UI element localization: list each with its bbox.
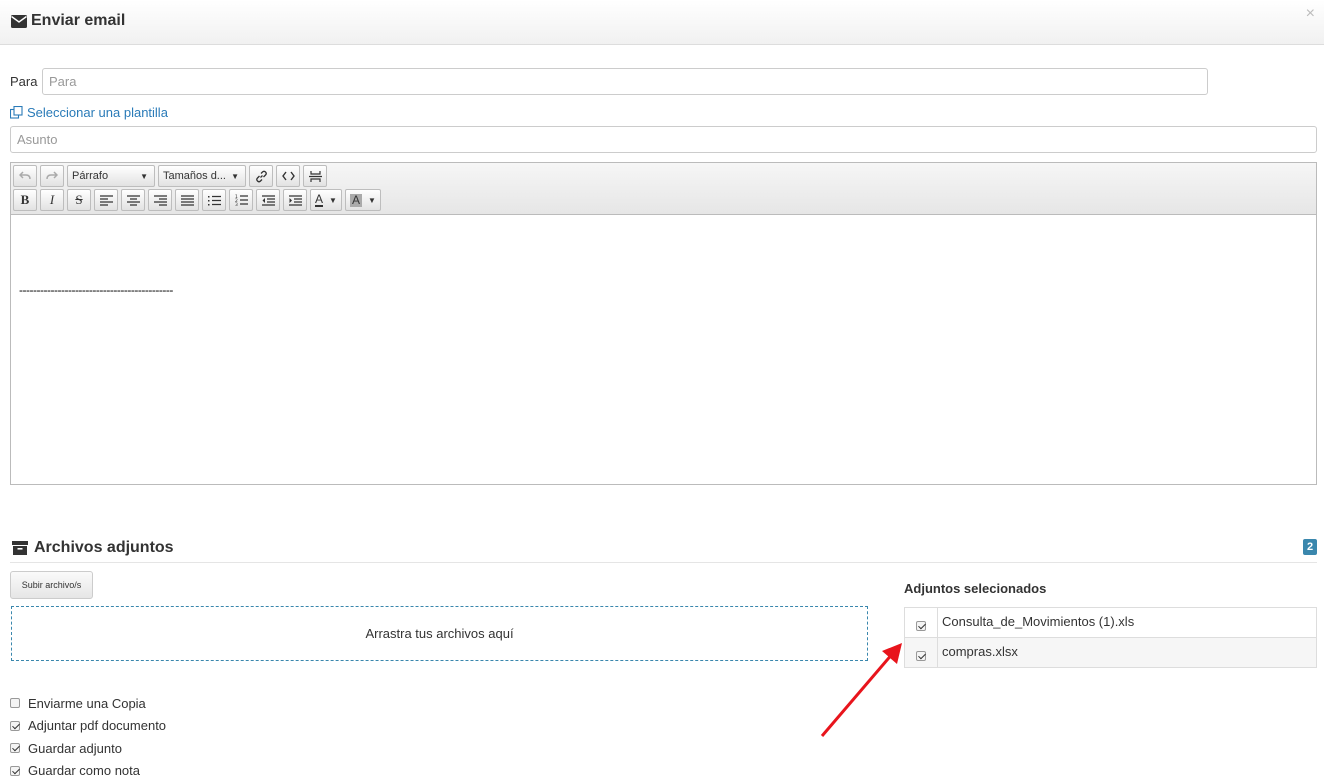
attachment-checkbox[interactable] bbox=[916, 651, 926, 661]
option-attach-pdf[interactable]: Adjuntar pdf documento bbox=[10, 715, 166, 738]
checkbox[interactable] bbox=[10, 698, 20, 708]
chevron-down-icon: ▼ bbox=[368, 196, 376, 205]
bold-glyph: B bbox=[21, 192, 30, 208]
justify-icon[interactable] bbox=[175, 189, 199, 211]
attachment-name: compras.xlsx bbox=[938, 638, 1317, 668]
subject-input[interactable] bbox=[10, 126, 1317, 153]
modal-title: Enviar email bbox=[31, 12, 125, 30]
page-break-icon[interactable] bbox=[303, 165, 327, 187]
option-send-me-copy[interactable]: Enviarme una Copia bbox=[10, 692, 166, 715]
bold-icon[interactable]: B bbox=[13, 189, 37, 211]
dropzone-label: Arrastra tus archivos aquí bbox=[365, 626, 513, 641]
select-template-link[interactable]: Seleccionar una plantilla bbox=[10, 105, 168, 120]
modal-header: Enviar email × bbox=[0, 0, 1324, 45]
envelope-icon bbox=[11, 15, 27, 28]
checkbox[interactable] bbox=[10, 721, 20, 731]
attachments-header: Archivos adjuntos bbox=[12, 539, 174, 557]
attachment-name: Consulta_de_Movimientos (1).xls bbox=[938, 608, 1317, 638]
align-left-icon[interactable] bbox=[94, 189, 118, 211]
send-options: Enviarme una Copia Adjuntar pdf document… bbox=[10, 692, 166, 782]
select-template-label: Seleccionar una plantilla bbox=[27, 105, 168, 120]
bullet-list-icon[interactable] bbox=[202, 189, 226, 211]
selected-attachments-title: Adjuntos selecionados bbox=[904, 581, 1046, 596]
editor-content[interactable]: ----------------------------------------… bbox=[19, 283, 173, 297]
background-color-icon: A bbox=[350, 194, 362, 207]
text-color-button[interactable]: A ▼ bbox=[310, 189, 342, 211]
rich-text-editor: Párrafo ▼ Tamaños d... ▼ B I S bbox=[10, 162, 1317, 485]
italic-icon[interactable]: I bbox=[40, 189, 64, 211]
table-row: Consulta_de_Movimientos (1).xls bbox=[905, 608, 1317, 638]
file-dropzone[interactable]: Arrastra tus archivos aquí bbox=[11, 606, 868, 661]
option-label: Adjuntar pdf documento bbox=[28, 718, 166, 733]
numbered-list-icon[interactable]: 123 bbox=[229, 189, 253, 211]
option-save-as-note[interactable]: Guardar como nota bbox=[10, 760, 166, 782]
italic-glyph: I bbox=[50, 192, 54, 208]
indent-icon[interactable] bbox=[283, 189, 307, 211]
attachment-checkbox[interactable] bbox=[916, 621, 926, 631]
table-cell bbox=[905, 608, 938, 638]
option-label: Guardar como nota bbox=[28, 763, 140, 778]
attachments-count-badge: 2 bbox=[1303, 539, 1317, 555]
archive-icon bbox=[12, 541, 28, 555]
link-icon[interactable] bbox=[249, 165, 273, 187]
checkbox[interactable] bbox=[10, 766, 20, 776]
align-center-icon[interactable] bbox=[121, 189, 145, 211]
chevron-down-icon: ▼ bbox=[329, 196, 337, 205]
text-color-icon: A bbox=[315, 193, 323, 207]
outdent-icon[interactable] bbox=[256, 189, 280, 211]
attachments-title: Archivos adjuntos bbox=[34, 539, 174, 557]
table-cell bbox=[905, 638, 938, 668]
option-label: Guardar adjunto bbox=[28, 741, 122, 756]
background-color-button[interactable]: A ▼ bbox=[345, 189, 381, 211]
divider bbox=[10, 562, 1317, 563]
chevron-down-icon: ▼ bbox=[140, 172, 148, 181]
font-size-select-value: Tamaños d... bbox=[163, 170, 226, 182]
align-right-icon[interactable] bbox=[148, 189, 172, 211]
undo-icon[interactable] bbox=[13, 165, 37, 187]
redo-icon[interactable] bbox=[40, 165, 64, 187]
option-save-attachment[interactable]: Guardar adjunto bbox=[10, 737, 166, 760]
option-label: Enviarme una Copia bbox=[28, 696, 146, 711]
copy-icon bbox=[10, 106, 23, 119]
to-label: Para bbox=[10, 74, 37, 89]
svg-text:3: 3 bbox=[235, 202, 238, 206]
chevron-down-icon: ▼ bbox=[231, 172, 239, 181]
font-size-select[interactable]: Tamaños d... ▼ bbox=[158, 165, 246, 187]
table-row: compras.xlsx bbox=[905, 638, 1317, 668]
strike-glyph: S bbox=[75, 192, 82, 208]
paragraph-select[interactable]: Párrafo ▼ bbox=[67, 165, 155, 187]
editor-toolbar: Párrafo ▼ Tamaños d... ▼ B I S bbox=[11, 163, 1316, 215]
selected-attachments-table: Consulta_de_Movimientos (1).xls compras.… bbox=[904, 607, 1317, 668]
strikethrough-icon[interactable]: S bbox=[67, 189, 91, 211]
checkbox[interactable] bbox=[10, 743, 20, 753]
upload-files-button[interactable]: Subir archivo/s bbox=[10, 571, 93, 599]
close-icon[interactable]: × bbox=[1306, 5, 1315, 23]
paragraph-select-value: Párrafo bbox=[72, 170, 108, 182]
code-icon[interactable] bbox=[276, 165, 300, 187]
to-input[interactable] bbox=[42, 68, 1208, 95]
